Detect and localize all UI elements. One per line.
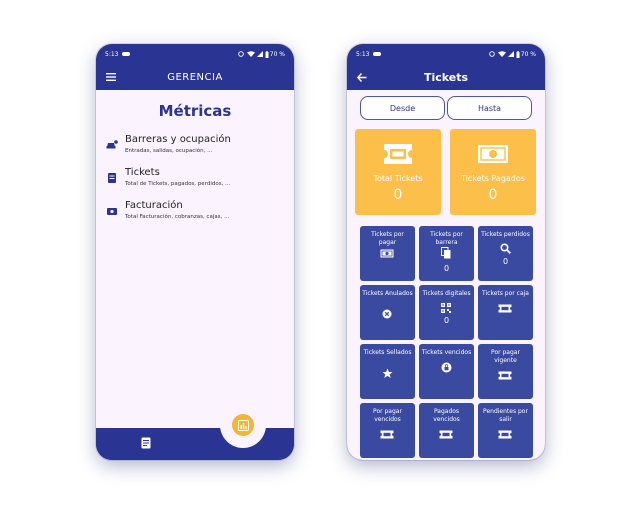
- tile-label: Tickets vencidos: [421, 349, 472, 356]
- tile-value: 0: [443, 264, 450, 273]
- star-icon: [380, 367, 394, 379]
- alarm-icon: [489, 51, 495, 57]
- tile-label: Tickets por pagar: [371, 231, 404, 246]
- metric-title: Barreras y ocupación: [125, 134, 231, 145]
- status-bar: 5:13 70 %: [347, 44, 545, 64]
- money-icon: [107, 208, 117, 215]
- phone-tickets: 5:13 70 % Tickets Desde Hasta Total Tick…: [347, 44, 545, 460]
- lock-icon: [439, 361, 453, 373]
- cash-icon: [380, 247, 394, 259]
- receipt-icon: [108, 173, 116, 183]
- tickets-pagados-label: Tickets Pagados: [461, 174, 525, 183]
- wifi-icon: [246, 51, 255, 57]
- tile-label: Pendientes por salir: [483, 408, 528, 423]
- tile-tickets-sellados[interactable]: Tickets Sellados: [360, 344, 415, 399]
- tile-tickets-perdidos[interactable]: Tickets perdidos 0: [478, 226, 533, 281]
- car-icon: [106, 140, 118, 149]
- ticket-icon: [498, 302, 512, 314]
- tile-label: Tickets perdidos: [481, 231, 530, 238]
- metric-subtitle: Total Facturación, cobranzas, cajas, ...: [125, 214, 230, 220]
- tickets-pagados-card[interactable]: Tickets Pagados 0: [450, 129, 536, 215]
- app-bar: Tickets: [347, 64, 545, 90]
- status-time: 5:13: [356, 50, 370, 58]
- phone-gerencia: 5:13 70 % GERENCIA Métricas Barreras y o…: [96, 44, 294, 460]
- tile-value: 0: [502, 257, 509, 266]
- tile-tickets-por-caja[interactable]: Tickets por caja: [478, 285, 533, 340]
- document-icon[interactable]: [140, 437, 152, 449]
- cancel-circle-icon: [380, 308, 394, 320]
- tile-tickets-anulados[interactable]: Tickets Anulados: [360, 285, 415, 340]
- tickets-pagados-value: 0: [488, 187, 498, 203]
- total-tickets-label: Total Tickets: [373, 174, 423, 183]
- desde-button[interactable]: Desde: [360, 96, 445, 120]
- tile-tickets-digitales[interactable]: Tickets digitales 0: [419, 285, 474, 340]
- tile-por-pagar-vencidos[interactable]: Por pagar vencidos: [360, 403, 415, 458]
- battery-percent: 70 %: [520, 50, 536, 58]
- hasta-button[interactable]: Hasta: [447, 96, 532, 120]
- ticket-icon: [498, 428, 512, 440]
- signal-icon: [256, 51, 263, 57]
- file-copy-icon: [439, 247, 453, 259]
- metric-item-barreras[interactable]: Barreras y ocupación Entradas, salidas, …: [106, 134, 288, 160]
- alarm-icon: [238, 51, 244, 57]
- wifi-icon: [497, 51, 506, 57]
- metric-title: Facturación: [125, 200, 183, 211]
- tile-label: Por pagar vigente: [491, 349, 520, 364]
- tile-pagados-vencidos[interactable]: Pagados vencidos: [419, 403, 474, 458]
- bottom-nav: [96, 402, 294, 460]
- tickets-screen: Desde Hasta Total Tickets 0 Tickets Paga…: [347, 90, 545, 460]
- bar-chart-icon: [237, 419, 249, 431]
- metric-item-facturacion[interactable]: Facturación Total Facturación, cobranzas…: [106, 200, 288, 226]
- ticket-icon: [439, 428, 453, 440]
- battery-percent: 70 %: [269, 50, 285, 58]
- metrics-fab[interactable]: [232, 414, 254, 436]
- tile-label: Pagados vencidos: [433, 408, 460, 423]
- search-icon: [498, 242, 512, 254]
- total-tickets-card[interactable]: Total Tickets 0: [355, 129, 441, 215]
- back-arrow-icon[interactable]: [356, 70, 368, 84]
- status-bar: 5:13 70 %: [96, 44, 294, 64]
- tile-label: Tickets Anulados: [362, 290, 413, 297]
- battery-icon: [265, 50, 269, 58]
- tile-tickets-por-barrera[interactable]: Tickets por barrera 0: [419, 226, 474, 281]
- game-controller-icon: [373, 52, 382, 56]
- signal-icon: [507, 51, 514, 57]
- ticket-icon: [380, 428, 394, 440]
- tile-tickets-vencidos[interactable]: Tickets vencidos: [419, 344, 474, 399]
- tile-pendientes-por-salir[interactable]: Pendientes por salir: [478, 403, 533, 458]
- metric-subtitle: Entradas, salidas, ocupación, ...: [125, 148, 213, 154]
- metric-item-tickets[interactable]: Tickets Total de Tickets, pagados, perdi…: [106, 167, 288, 193]
- tile-label: Tickets por barrera: [430, 231, 463, 246]
- app-bar: GERENCIA: [96, 64, 294, 90]
- qr-code-icon: [439, 302, 453, 314]
- total-tickets-value: 0: [393, 187, 403, 203]
- menu-icon[interactable]: [105, 70, 117, 84]
- metric-subtitle: Total de Tickets, pagados, perdidos, ...: [125, 181, 231, 187]
- tile-por-pagar-vigente[interactable]: Por pagar vigente: [478, 344, 533, 399]
- game-controller-icon: [122, 52, 131, 56]
- page-title: Métricas: [158, 102, 232, 120]
- tile-label: Por pagar vencidos: [373, 408, 402, 423]
- tile-label: Tickets Sellados: [363, 349, 412, 356]
- cash-icon: [478, 145, 508, 163]
- battery-icon: [516, 50, 520, 58]
- ticket-icon: [384, 144, 412, 164]
- tile-label: Tickets por caja: [482, 290, 529, 297]
- metrics-screen: Métricas Barreras y ocupación Entradas, …: [96, 90, 294, 430]
- metric-title: Tickets: [125, 167, 160, 178]
- ticket-icon: [498, 369, 512, 381]
- tile-label: Tickets digitales: [422, 290, 471, 297]
- tile-value: 0: [443, 316, 450, 325]
- status-time: 5:13: [105, 50, 119, 58]
- tile-tickets-por-pagar[interactable]: Tickets por pagar: [360, 226, 415, 281]
- app-title: Tickets: [423, 70, 469, 84]
- app-title: GERENCIA: [167, 71, 223, 83]
